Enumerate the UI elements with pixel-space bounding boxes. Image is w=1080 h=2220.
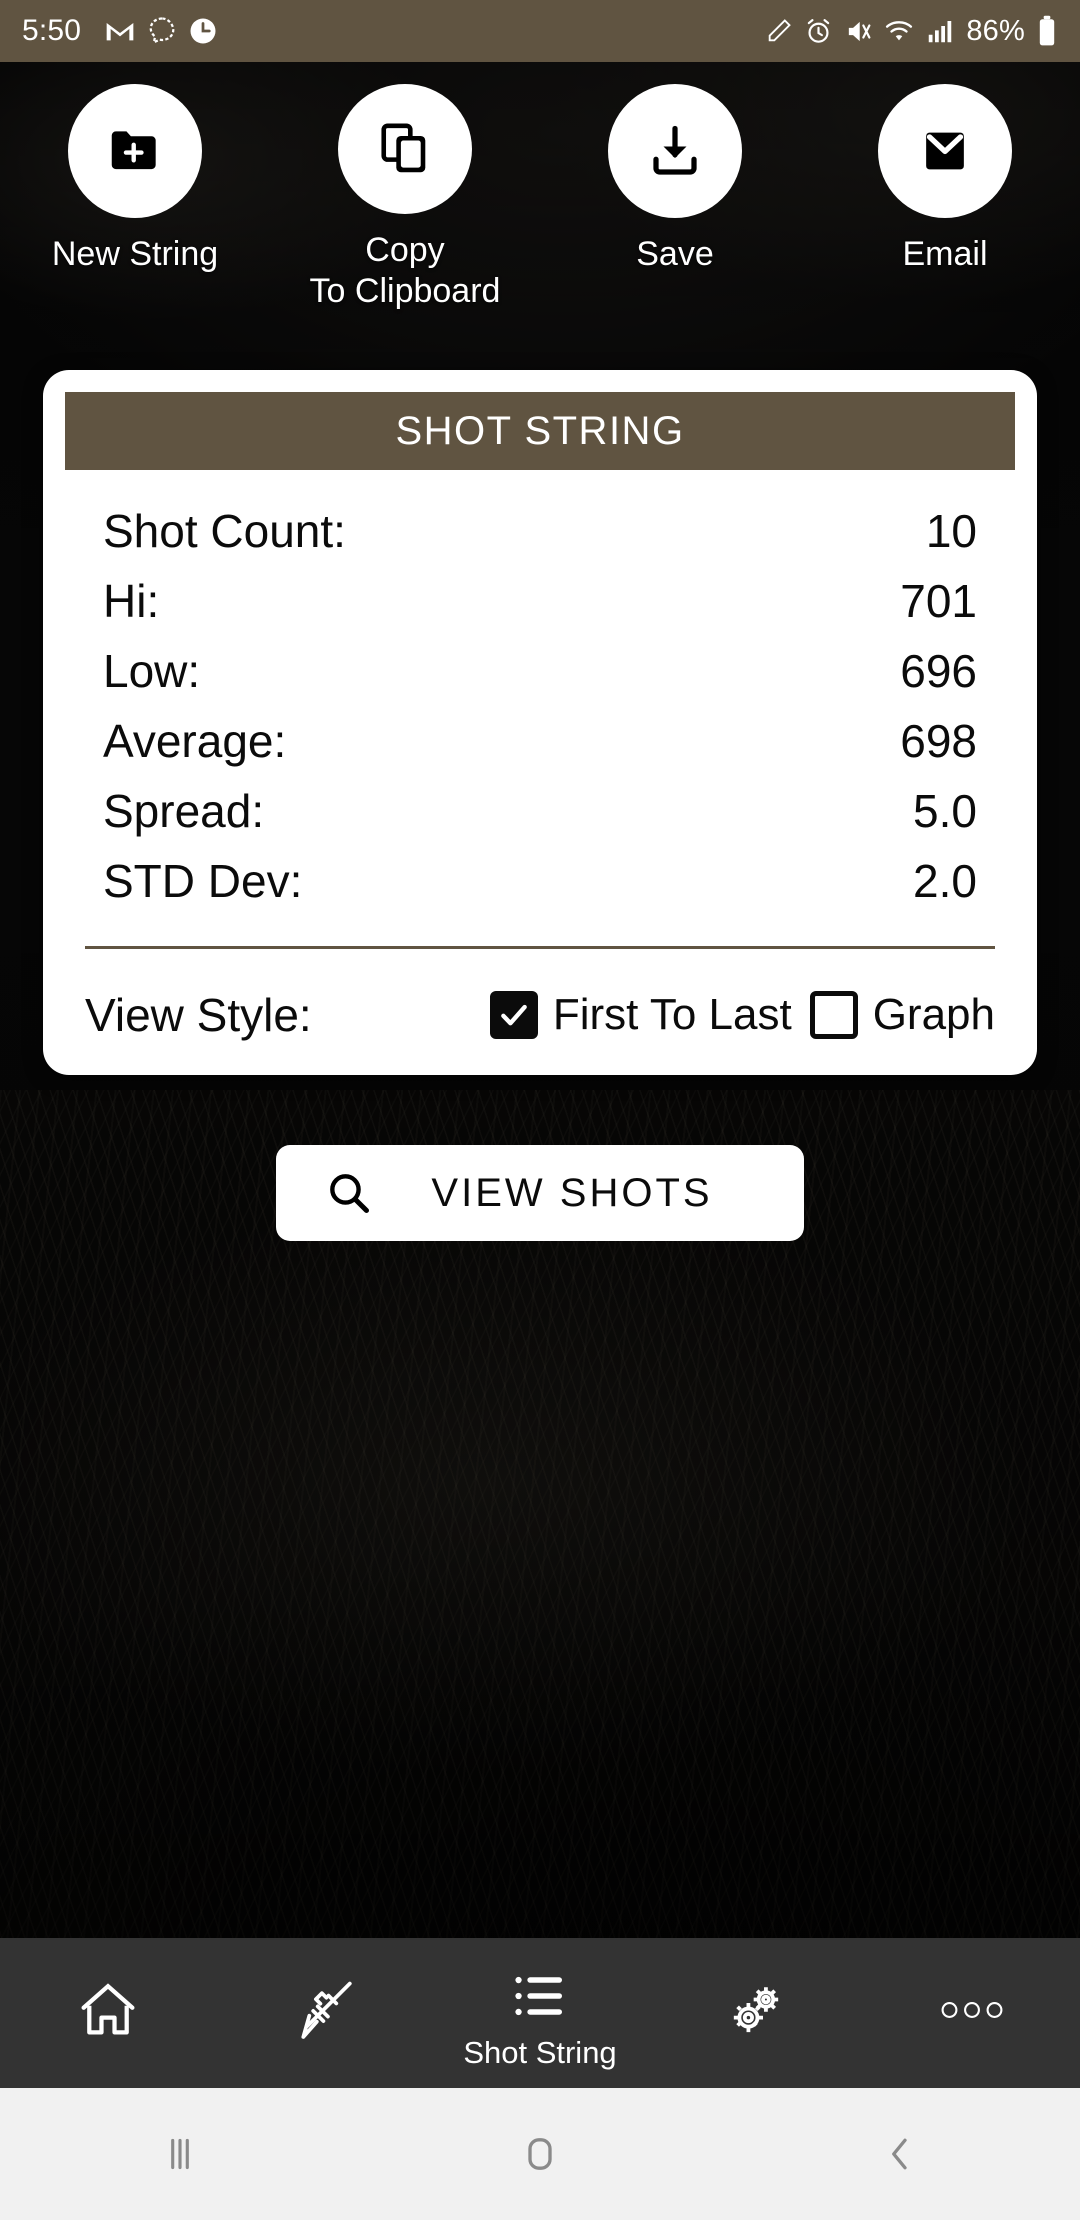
stat-label: STD Dev: [103, 855, 303, 907]
copy-to-clipboard-action[interactable]: Copy To Clipboard [270, 84, 540, 312]
top-action-row: New String Copy To Clipboard Save Email [0, 62, 1080, 312]
view-style-options: First To Last Graph [489, 990, 995, 1040]
stat-value: 2.0 [913, 855, 977, 907]
envelope-icon [916, 122, 974, 180]
checkbox-graph[interactable]: Graph [809, 990, 995, 1040]
stat-row-hi: Hi: 701 [61, 574, 1019, 644]
stat-label: Average: [103, 715, 287, 767]
email-label: Email [902, 235, 988, 273]
signal-messenger-icon [147, 16, 177, 46]
view-shots-button[interactable]: VIEW SHOTS [276, 1145, 804, 1241]
new-string-label: New String [51, 235, 219, 273]
checkbox-unchecked-icon[interactable] [809, 991, 858, 1039]
nav-item-more[interactable] [864, 1938, 1080, 2088]
stat-row-shot-count: Shot Count: 10 [61, 504, 1019, 574]
system-status-bar: 5:50 86% [0, 0, 1080, 62]
stat-value: 701 [900, 575, 977, 627]
save-button[interactable] [608, 84, 742, 218]
copy-to-clipboard-label: Copy To Clipboard [309, 231, 501, 310]
back-button[interactable] [720, 2129, 1080, 2179]
card-header-title: SHOT STRING [395, 408, 685, 453]
stat-label: Shot Count: [103, 505, 346, 557]
battery-icon [1036, 15, 1058, 47]
recents-icon [155, 2129, 205, 2179]
view-style-label: View Style: [85, 989, 312, 1041]
stat-label: Spread: [103, 785, 265, 837]
app-screen: 5:50 86% New String Copy To Clipboard Sa… [0, 0, 1080, 2220]
new-string-button[interactable] [68, 84, 202, 218]
pocketcasts-icon [188, 16, 218, 46]
list-icon [507, 1963, 573, 2029]
home-button[interactable] [360, 2129, 720, 2179]
email-button[interactable] [878, 84, 1012, 218]
status-bar-clock: 5:50 [22, 14, 82, 47]
new-folder-icon [104, 120, 166, 182]
save-label: Save [636, 235, 714, 273]
stat-value: 10 [925, 505, 977, 557]
search-icon [324, 1168, 374, 1218]
gears-icon [721, 1975, 791, 2045]
checkbox-label: Graph [872, 990, 995, 1039]
stat-row-average: Average: 698 [61, 714, 1019, 784]
email-action[interactable]: Email [810, 84, 1080, 312]
download-save-icon [645, 121, 705, 181]
stat-value: 698 [900, 715, 977, 767]
checkbox-checked-icon[interactable] [489, 991, 538, 1039]
mute-vibrate-icon [844, 17, 873, 46]
stat-row-spread: Spread: 5.0 [61, 784, 1019, 854]
pencil-icon [765, 17, 793, 45]
card-header: SHOT STRING [65, 392, 1015, 470]
status-bar-left: 5:50 [22, 14, 218, 48]
new-string-action[interactable]: New String [0, 84, 270, 312]
stat-label: Hi: [103, 575, 160, 627]
gmail-icon [104, 15, 136, 47]
nav-item-rifle[interactable] [216, 1938, 432, 2088]
checkbox-first-to-last[interactable]: First To Last [489, 990, 792, 1040]
save-action[interactable]: Save [540, 84, 810, 312]
checkbox-label: First To Last [552, 990, 792, 1039]
nav-item-home[interactable] [0, 1938, 216, 2088]
back-chevron-icon [875, 2129, 925, 2179]
home-square-icon [515, 2129, 565, 2179]
app-bottom-nav: Shot String [0, 1938, 1080, 2088]
rifle-icon [288, 1974, 360, 2046]
cellular-signal-icon [925, 16, 955, 46]
wifi-icon [884, 16, 914, 46]
alarm-icon [804, 17, 833, 46]
recents-button[interactable] [0, 2129, 360, 2179]
view-style-row: View Style: First To Last Graph [43, 979, 1037, 1051]
background-dim-overlay [0, 0, 1080, 2220]
stat-value: 5.0 [913, 785, 977, 837]
statistics-list: Shot Count: 10 Hi: 701 Low: 696 Average:… [43, 470, 1037, 924]
stat-row-std-dev: STD Dev: 2.0 [61, 854, 1019, 924]
card-divider [85, 946, 995, 949]
nav-item-shot-string[interactable]: Shot String [432, 1938, 648, 2088]
copy-to-clipboard-button[interactable] [338, 84, 472, 214]
view-shots-label: VIEW SHOTS [431, 1170, 713, 1215]
home-icon [74, 1976, 142, 2044]
shot-string-card: SHOT STRING Shot Count: 10 Hi: 701 Low: … [43, 370, 1037, 1075]
background-photo [0, 0, 1080, 2220]
status-bar-right: 86% [765, 15, 1058, 48]
copy-icon [376, 120, 434, 178]
nav-item-settings[interactable] [648, 1938, 864, 2088]
stat-row-low: Low: 696 [61, 644, 1019, 714]
more-dots-icon [939, 1995, 1005, 2025]
stat-value: 696 [900, 645, 977, 697]
stat-label: Low: [103, 645, 201, 697]
battery-percentage: 86% [966, 14, 1025, 47]
nav-label-shot-string: Shot String [463, 2035, 617, 2070]
system-navigation-bar [0, 2088, 1080, 2220]
